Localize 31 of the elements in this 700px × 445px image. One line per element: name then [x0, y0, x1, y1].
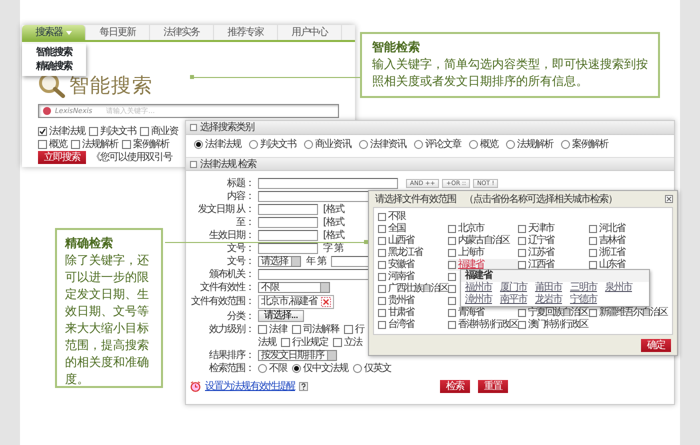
callout-title: 智能检索: [372, 39, 421, 56]
field-hint: [格式: [323, 203, 344, 216]
callout-title: 精确检索: [65, 235, 114, 252]
popup-title: 福建省: [461, 270, 649, 282]
field-hint: [格式: [323, 216, 344, 229]
field-hint: [格式: [323, 229, 344, 242]
field-label: 文号：: [226, 242, 254, 255]
field-label: 文件有效范围：: [190, 295, 254, 308]
callout-text: 除了关键字，还可以进一步的限定发文日期、生效日期、文号等来大大缩小目标范围，提高搜索的相关度和准确度。: [65, 252, 150, 388]
field-label: 结果排序：: [208, 349, 254, 362]
field-label: 效力级别：: [208, 323, 254, 336]
field-hint: 年 第: [306, 255, 326, 268]
field-label: 至：: [235, 216, 254, 229]
option-label: 法规: [258, 336, 276, 349]
callout-text: 输入关键字，简单勾选内容类型，即可快速搜索到按照相关度或者发文日期排序的所有信息。: [372, 56, 648, 90]
field-label: 标题：: [226, 177, 254, 190]
dialog-title: 请选择文件有效范围: [375, 192, 456, 206]
field-label: 内容：: [226, 190, 254, 203]
field-label: 生效日期：: [208, 229, 254, 242]
field-label: 文件有效性：: [199, 281, 254, 294]
hint-text: 《您可以使用双引号: [91, 151, 172, 164]
dialog-hint: （点击省份名称可选择相关城市检索）: [464, 192, 617, 206]
field-hint: 字 第: [323, 242, 344, 255]
field-label: 检索范围：: [208, 362, 254, 375]
panel-title: 选择搜索类别: [200, 121, 254, 134]
field-label: 分类：: [226, 310, 254, 322]
field-label: 颁布机关：: [208, 268, 254, 281]
panel-title: 法律法规 检索: [200, 158, 256, 170]
section-heading: 智能搜索: [69, 73, 153, 97]
field-label: 发文日期 从：: [196, 203, 254, 216]
field-label: 文号：: [226, 255, 254, 268]
